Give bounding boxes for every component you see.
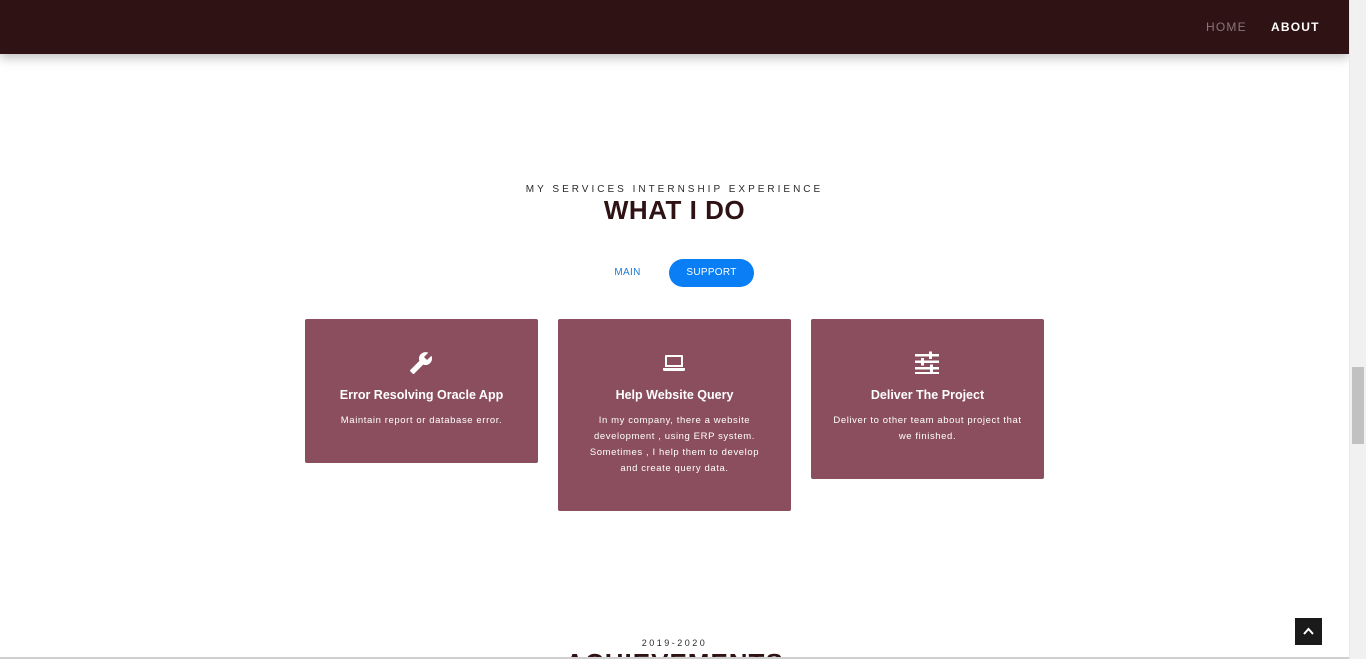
tab-support[interactable]: SUPPORT [669,259,754,287]
card-description: Maintain report or database error. [340,415,503,426]
card-description: In my company, there a website developme… [589,415,760,474]
wrench-icon [410,352,433,374]
card-title: Help Website Query [615,388,734,402]
service-card: Deliver The Project Deliver to other tea… [811,319,1044,479]
card-title: Deliver The Project [870,388,985,402]
top-navbar: HOME ABOUT [0,0,1349,54]
page: HOME ABOUT MY SERVICES INTERNSHIP EXPERI… [0,0,1366,659]
tab-main[interactable]: MAIN [600,259,655,287]
scrollbar-thumb[interactable] [1352,367,1364,444]
nav-about-link[interactable]: ABOUT [1271,20,1320,34]
service-card: Help Website Query In my company, there … [558,319,791,511]
back-to-top-button[interactable] [1295,618,1322,645]
sliders-icon [915,351,939,374]
card-description: Deliver to other team about project that… [833,415,1022,442]
section-subtitle: MY SERVICES INTERNSHIP EXPERIENCE [525,184,824,195]
section-title: WHAT I DO [603,195,746,225]
laptop-icon [663,355,685,371]
nav-home-link[interactable]: HOME [1206,20,1247,34]
achievements-subtitle: 2019-2020 [641,638,708,648]
service-card: Error Resolving Oracle App Maintain repo… [305,319,538,463]
chevron-up-icon [1303,627,1314,635]
card-title: Error Resolving Oracle App [339,388,504,402]
page-scrollbar[interactable] [1349,0,1366,659]
